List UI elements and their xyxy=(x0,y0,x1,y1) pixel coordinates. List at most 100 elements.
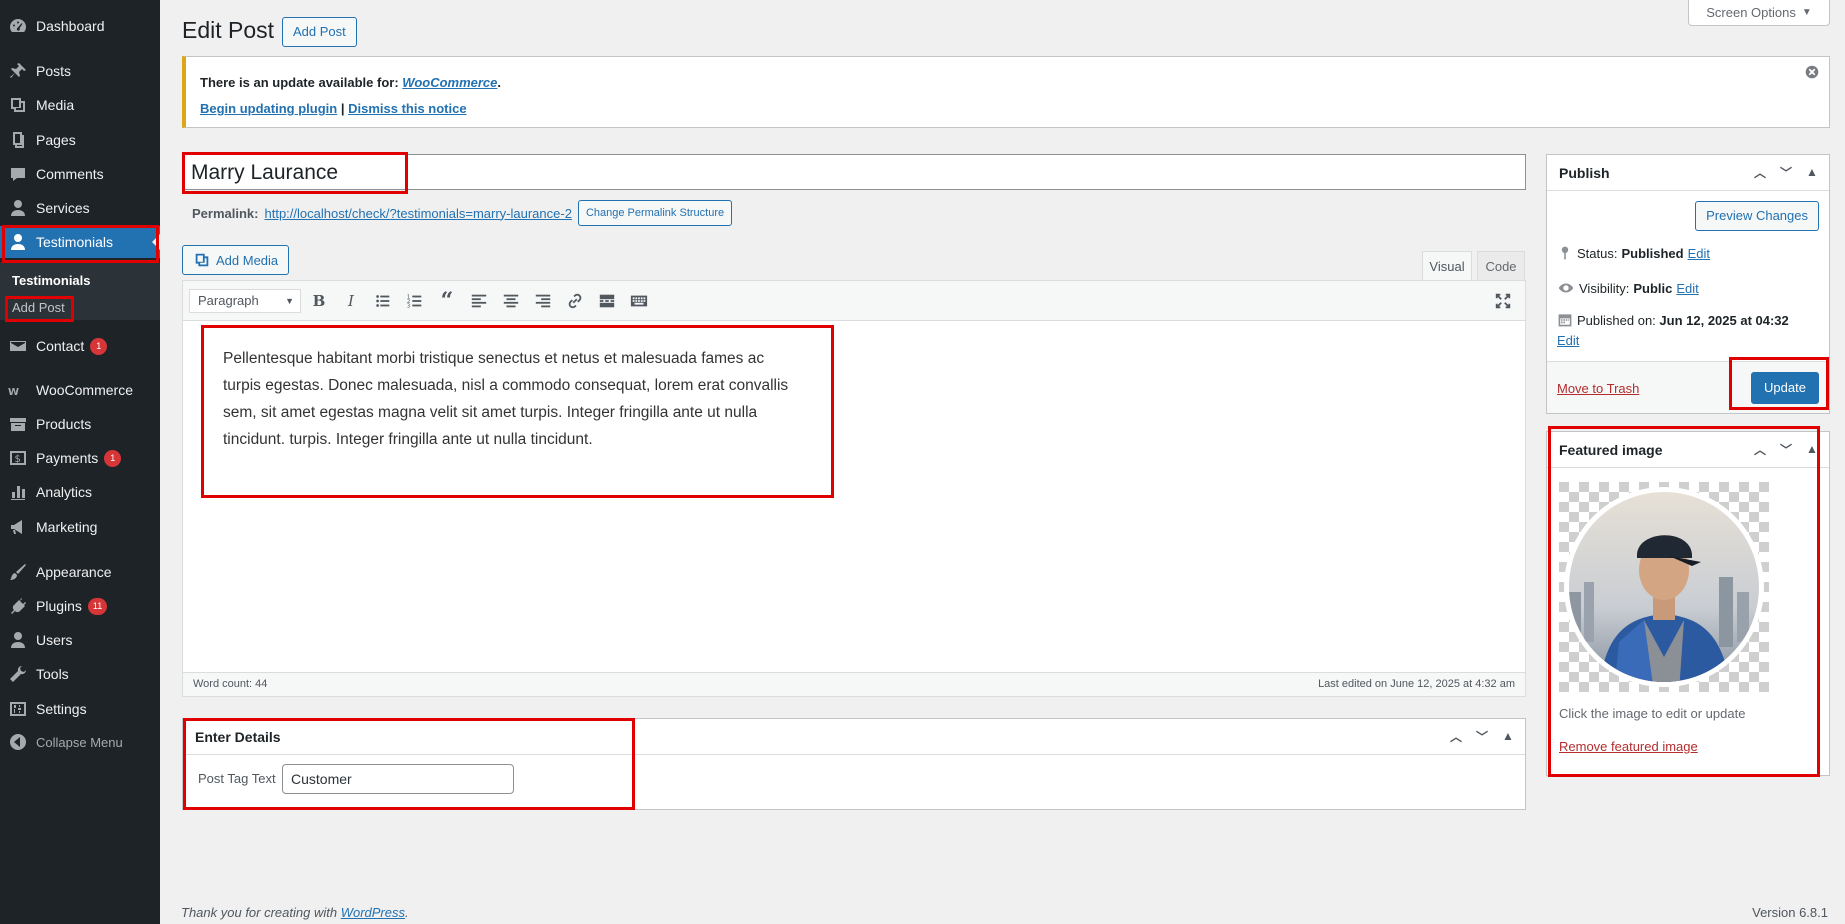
sidebar-label: Plugins xyxy=(36,598,82,614)
editor-container: Paragraph ▼ B I 123 “ Pellentesque habit… xyxy=(182,280,1526,697)
sidebar-item-users[interactable]: Users xyxy=(0,624,160,656)
screen-options-label: Screen Options xyxy=(1706,5,1796,20)
toggle-panel-icon[interactable]: ▲ xyxy=(1801,161,1823,183)
svg-text:$: $ xyxy=(15,454,21,465)
move-down-icon[interactable]: ﹀ xyxy=(1775,161,1797,183)
post-tag-input[interactable]: Customer xyxy=(282,764,514,794)
submenu-item-add-post[interactable]: Add Post xyxy=(12,300,65,315)
sliders-icon xyxy=(10,702,26,716)
blockquote-button[interactable]: “ xyxy=(433,287,461,315)
sidebar-item-products[interactable]: Products xyxy=(0,408,160,440)
sidebar-item-marketing[interactable]: Marketing xyxy=(0,511,160,543)
editor-toolbar: Paragraph ▼ B I 123 “ xyxy=(183,281,1525,321)
sidebar-item-payments[interactable]: $ Payments 1 xyxy=(0,442,160,474)
tab-code[interactable]: Code xyxy=(1477,251,1525,281)
tab-visual[interactable]: Visual xyxy=(1422,251,1472,281)
sidebar-item-media[interactable]: Media xyxy=(0,89,160,121)
pin-icon xyxy=(10,63,26,78)
toggle-panel-icon[interactable]: ▲ xyxy=(1801,438,1823,460)
pages-icon xyxy=(13,132,24,148)
add-media-label: Add Media xyxy=(216,252,279,268)
svg-text:3: 3 xyxy=(407,303,410,309)
remove-featured-image-link[interactable]: Remove featured image xyxy=(1559,739,1698,754)
wrench-icon xyxy=(10,665,27,682)
toggle-panel-icon[interactable]: ▲ xyxy=(1497,725,1519,747)
sidebar-label: Tools xyxy=(36,666,69,682)
format-select[interactable]: Paragraph ▼ xyxy=(189,288,301,313)
sidebar-item-comments[interactable]: Comments xyxy=(0,158,160,190)
woocommerce-link[interactable]: WooCommerce xyxy=(402,75,497,90)
post-title-input[interactable]: Marry Laurance xyxy=(182,154,1526,190)
italic-button[interactable]: I xyxy=(337,287,365,315)
collapse-menu-button[interactable]: Collapse Menu xyxy=(0,726,160,758)
sidebar-item-plugins[interactable]: Plugins 11 xyxy=(0,590,160,622)
move-to-trash-link[interactable]: Move to Trash xyxy=(1557,381,1639,396)
fullscreen-button[interactable] xyxy=(1489,287,1517,315)
sidebar-item-pages[interactable]: Pages xyxy=(0,124,160,156)
add-media-button[interactable]: Add Media xyxy=(182,245,290,275)
sidebar-label: Posts xyxy=(36,63,72,79)
permalink-link[interactable]: http://localhost/check/?testimonials=mar… xyxy=(264,206,571,221)
permalink-row: Permalink: http://localhost/check/?testi… xyxy=(192,200,733,226)
edit-visibility-link[interactable]: Edit xyxy=(1676,281,1698,296)
bold-button[interactable]: B xyxy=(305,287,333,315)
sidebar-label: Settings xyxy=(36,701,87,717)
align-center-button[interactable] xyxy=(497,287,525,315)
plug-icon xyxy=(11,598,26,614)
align-right-button[interactable] xyxy=(529,287,557,315)
edit-published-date-link[interactable]: Edit xyxy=(1557,333,1579,348)
move-up-icon[interactable]: ︿ xyxy=(1749,161,1771,183)
edit-status-link[interactable]: Edit xyxy=(1688,246,1710,261)
sidebar-item-contact[interactable]: Contact 1 xyxy=(0,330,160,362)
dashboard-icon xyxy=(10,19,26,32)
sidebar-item-posts[interactable]: Posts xyxy=(0,55,160,87)
dismiss-notice-link[interactable]: Dismiss this notice xyxy=(348,101,466,116)
move-down-icon[interactable]: ﹀ xyxy=(1471,725,1493,747)
sidebar-item-appearance[interactable]: Appearance xyxy=(0,556,160,588)
sidebar-item-tools[interactable]: Tools xyxy=(0,658,160,690)
notice-period: . xyxy=(497,75,502,90)
begin-updating-link[interactable]: Begin updating plugin xyxy=(200,101,337,116)
sidebar-label: Users xyxy=(36,632,73,648)
footer-period: . xyxy=(405,905,409,920)
wordpress-link[interactable]: WordPress xyxy=(341,905,405,920)
align-right-icon xyxy=(535,294,551,307)
brush-icon xyxy=(10,564,26,580)
insert-link-button[interactable] xyxy=(561,287,589,315)
numbered-list-button[interactable]: 123 xyxy=(401,287,429,315)
preview-changes-button[interactable]: Preview Changes xyxy=(1695,201,1819,231)
publish-title: Publish xyxy=(1559,164,1610,181)
add-post-button[interactable]: Add Post xyxy=(282,17,357,47)
enter-details-title: Enter Details xyxy=(195,728,281,745)
sidebar-label: Comments xyxy=(36,166,104,182)
sidebar-item-testimonials[interactable]: Testimonials xyxy=(0,226,160,258)
screen-options-button[interactable]: Screen Options ▼ xyxy=(1688,0,1830,26)
submenu-item-testimonials[interactable]: Testimonials xyxy=(12,273,91,288)
post-title-value: Marry Laurance xyxy=(191,161,339,184)
sidebar-item-settings[interactable]: Settings xyxy=(0,693,160,725)
post-tag-label: Post Tag Text xyxy=(198,771,276,786)
sidebar-item-analytics[interactable]: Analytics xyxy=(0,476,160,508)
update-button[interactable]: Update xyxy=(1751,372,1819,404)
footer-thanks-text: Thank you for creating with xyxy=(181,905,341,920)
sidebar-label: WooCommerce xyxy=(36,382,133,398)
move-up-icon[interactable]: ︿ xyxy=(1445,725,1467,747)
change-permalink-button[interactable]: Change Permalink Structure xyxy=(577,200,733,226)
sidebar-item-woocommerce[interactable]: W WooCommerce xyxy=(0,374,160,406)
move-up-icon[interactable]: ︿ xyxy=(1749,438,1771,460)
bulleted-list-button[interactable] xyxy=(369,287,397,315)
current-menu-arrow xyxy=(152,234,160,250)
dismiss-icon[interactable] xyxy=(1803,63,1821,81)
eye-icon xyxy=(1558,283,1574,293)
read-more-button[interactable] xyxy=(593,287,621,315)
toolbar-toggle-button[interactable] xyxy=(625,287,653,315)
keyboard-icon xyxy=(630,295,648,306)
move-down-icon[interactable]: ﹀ xyxy=(1775,438,1797,460)
sidebar-item-dashboard[interactable]: Dashboard xyxy=(0,10,160,42)
featured-image-thumbnail[interactable] xyxy=(1559,482,1769,692)
caret-down-icon: ▼ xyxy=(1801,7,1812,18)
published-on-value: Jun 12, 2025 at 04:32 xyxy=(1659,313,1789,328)
editor-content[interactable]: Pellentesque habitant morbi tristique se… xyxy=(223,345,797,453)
sidebar-item-services[interactable]: Services xyxy=(0,192,160,224)
align-left-button[interactable] xyxy=(465,287,493,315)
